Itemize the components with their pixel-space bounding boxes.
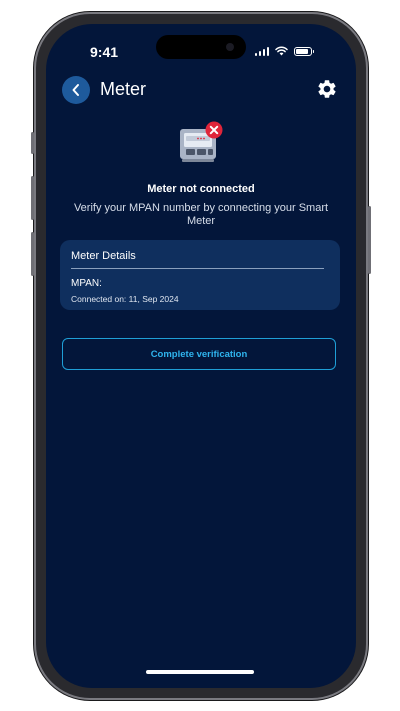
- close-icon: [205, 121, 223, 139]
- connection-status-description: Verify your MPAN number by connecting yo…: [73, 202, 329, 227]
- divider: [71, 268, 324, 269]
- meter-details-card: Meter Details MPAN: Connected on: 11, Se…: [60, 240, 340, 310]
- power-button: [368, 206, 371, 274]
- volume-up-button: [31, 176, 34, 220]
- status-icons: [254, 46, 314, 56]
- page-title: Meter: [100, 79, 147, 99]
- status-bar: 9:41: [46, 24, 356, 74]
- wifi-icon: [275, 46, 288, 56]
- dynamic-island: [156, 35, 246, 59]
- connected-on-date: Connected on: 11, Sep 2024: [71, 294, 179, 304]
- volume-down-button: [31, 232, 34, 276]
- settings-button[interactable]: [316, 78, 338, 100]
- battery-icon: [294, 46, 314, 56]
- status-time: 9:41: [90, 44, 119, 60]
- gear-icon: [318, 80, 336, 98]
- meter-not-connected-illustration: [176, 121, 224, 165]
- cellular-signal-icon: [254, 46, 269, 56]
- camera-icon: [226, 43, 234, 51]
- mpan-label: MPAN:: [71, 278, 102, 289]
- back-button[interactable]: [62, 76, 90, 104]
- connection-status-title: Meter not connected: [147, 183, 255, 195]
- mute-switch: [31, 132, 34, 154]
- home-indicator[interactable]: [146, 670, 254, 674]
- meter-details-title: Meter Details: [71, 250, 136, 262]
- app-screen: 9:41 Meter Meter not connected Verify yo…: [46, 24, 356, 688]
- battery-level: [296, 48, 308, 54]
- chevron-left-icon: [72, 84, 79, 96]
- complete-verification-button[interactable]: Complete verification: [62, 338, 336, 370]
